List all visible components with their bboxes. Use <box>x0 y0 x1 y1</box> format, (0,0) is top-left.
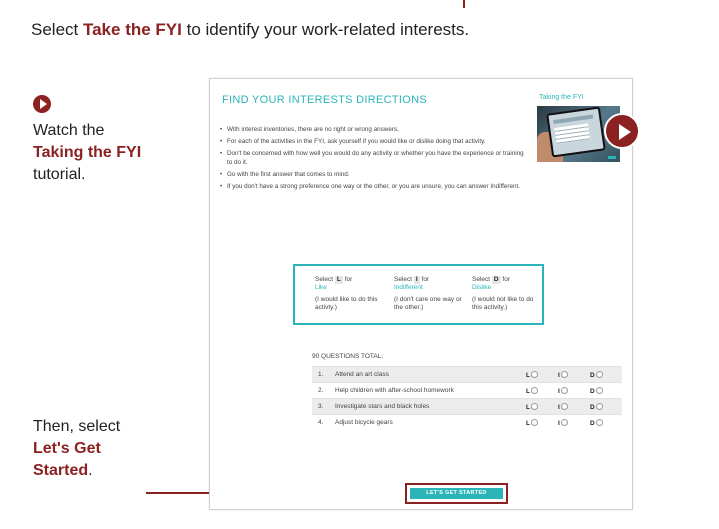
questions-total: 90 QUESTIONS TOTAL: <box>312 353 384 360</box>
legend-for-text: for <box>421 276 430 283</box>
radio-dislike[interactable] <box>595 386 603 394</box>
video-label: Taking the FYI <box>539 94 584 101</box>
key-badge: L <box>334 276 343 284</box>
question-number: 3. <box>312 398 335 415</box>
radio-indifferent[interactable] <box>560 370 568 378</box>
video-logo-mark <box>608 156 616 159</box>
watch-suffix: tutorial. <box>33 166 86 183</box>
question-text: Help children with after-school homework <box>335 382 526 399</box>
watch-emphasis: Taking the FYI <box>33 144 142 161</box>
legend-indifferent: Select I for Indifferent (I don't care one… <box>394 276 466 312</box>
question-number: 1. <box>312 366 335 383</box>
question-text: Attend an art class <box>335 366 526 383</box>
legend-desc: (I don't care one way or the other.) <box>394 296 462 311</box>
question-text: Adjust bicycle gears <box>335 414 526 430</box>
radio-dislike[interactable] <box>595 402 603 410</box>
radio-like[interactable] <box>530 386 538 394</box>
fyi-screenshot: FIND YOUR INTERESTS DIRECTIONS With inte… <box>209 78 640 510</box>
table-row: 1. Attend an art class L I D <box>312 366 622 383</box>
option-letter: I <box>558 419 560 427</box>
option-letter: L <box>526 419 530 427</box>
directions-list: With interest inventories, there are no … <box>220 125 524 194</box>
direction-item: For each of the activities in the FYI, a… <box>220 137 524 146</box>
table-row: 3. Investigate stars and black holes L I… <box>312 398 622 415</box>
question-number: 4. <box>312 414 335 430</box>
legend-select-text: Select <box>315 276 334 283</box>
intro-instruction: Select Take the FYI to identify your wor… <box>31 20 469 40</box>
intro-emphasis: Take the FYI <box>82 20 182 39</box>
tablet-image <box>546 106 606 158</box>
option-letter: L <box>526 387 530 395</box>
legend-word: Indifferent <box>394 284 423 291</box>
key-badge: D <box>491 276 501 284</box>
option-letter: D <box>590 403 595 411</box>
legend-desc: (I would like to do this activty.) <box>315 296 378 311</box>
intro-suffix: to identify your work-related interests. <box>181 20 470 39</box>
legend-select-text: Select <box>472 276 491 283</box>
answer-legend: Select L for Like (I would like to do this… <box>293 264 544 325</box>
then-instruction: Then, select Let's Get Started. <box>33 416 148 482</box>
watch-instruction: Watch the Taking the FYI tutorial. <box>33 120 148 186</box>
legend-like: Select L for Like (I would like to do this… <box>315 276 387 312</box>
question-text: Investigate stars and black holes <box>335 398 526 415</box>
radio-dislike[interactable] <box>595 370 603 378</box>
lets-get-started-button[interactable]: LET'S GET STARTED <box>410 488 503 499</box>
radio-like[interactable] <box>530 370 538 378</box>
option-letter: D <box>590 419 595 427</box>
legend-word: Dislike <box>472 284 492 291</box>
watch-prefix: Watch the <box>33 122 105 139</box>
play-circle-icon <box>33 95 51 113</box>
legend-for-text: for <box>502 276 510 283</box>
play-circle-icon[interactable] <box>604 113 640 149</box>
radio-indifferent[interactable] <box>560 402 568 410</box>
direction-item: If you don't have a strong preference on… <box>220 182 524 191</box>
radio-dislike[interactable] <box>595 418 603 426</box>
radio-indifferent[interactable] <box>560 386 568 394</box>
option-letter: L <box>526 403 530 411</box>
legend-select-text: Select <box>394 276 413 283</box>
top-divider <box>463 0 465 8</box>
legend-word: Like <box>315 284 327 291</box>
table-row: 4. Adjust bicycle gears L I D <box>312 414 622 430</box>
directions-title: FIND YOUR INTERESTS DIRECTIONS <box>222 94 427 106</box>
option-letter: I <box>558 403 560 411</box>
key-badge: I <box>413 276 420 284</box>
option-letter: I <box>558 387 560 395</box>
start-button-highlight: LET'S GET STARTED <box>405 483 508 504</box>
option-letter: L <box>526 371 530 379</box>
legend-dislike: Select D for Dislike (I would not like to … <box>472 276 544 312</box>
question-number: 2. <box>312 382 335 399</box>
radio-like[interactable] <box>530 402 538 410</box>
table-row: 2. Help children with after-school homew… <box>312 382 622 399</box>
then-suffix: . <box>88 462 93 479</box>
question-table: 1. Attend an art class L I D 2. Help chi… <box>312 366 622 430</box>
direction-item: Go with the first answer that comes to m… <box>220 170 524 179</box>
direction-item: Don't be concerned with how well you wou… <box>220 149 524 167</box>
intro-prefix: Select <box>31 20 83 39</box>
then-prefix: Then, select <box>33 418 121 435</box>
legend-for-text: for <box>344 276 353 283</box>
legend-desc: (I would not like to do this activity.) <box>472 296 534 311</box>
radio-indifferent[interactable] <box>560 418 568 426</box>
option-letter: D <box>590 371 595 379</box>
direction-item: With interest inventories, there are no … <box>220 125 524 134</box>
option-letter: D <box>590 387 595 395</box>
option-letter: I <box>558 371 560 379</box>
radio-like[interactable] <box>530 418 538 426</box>
